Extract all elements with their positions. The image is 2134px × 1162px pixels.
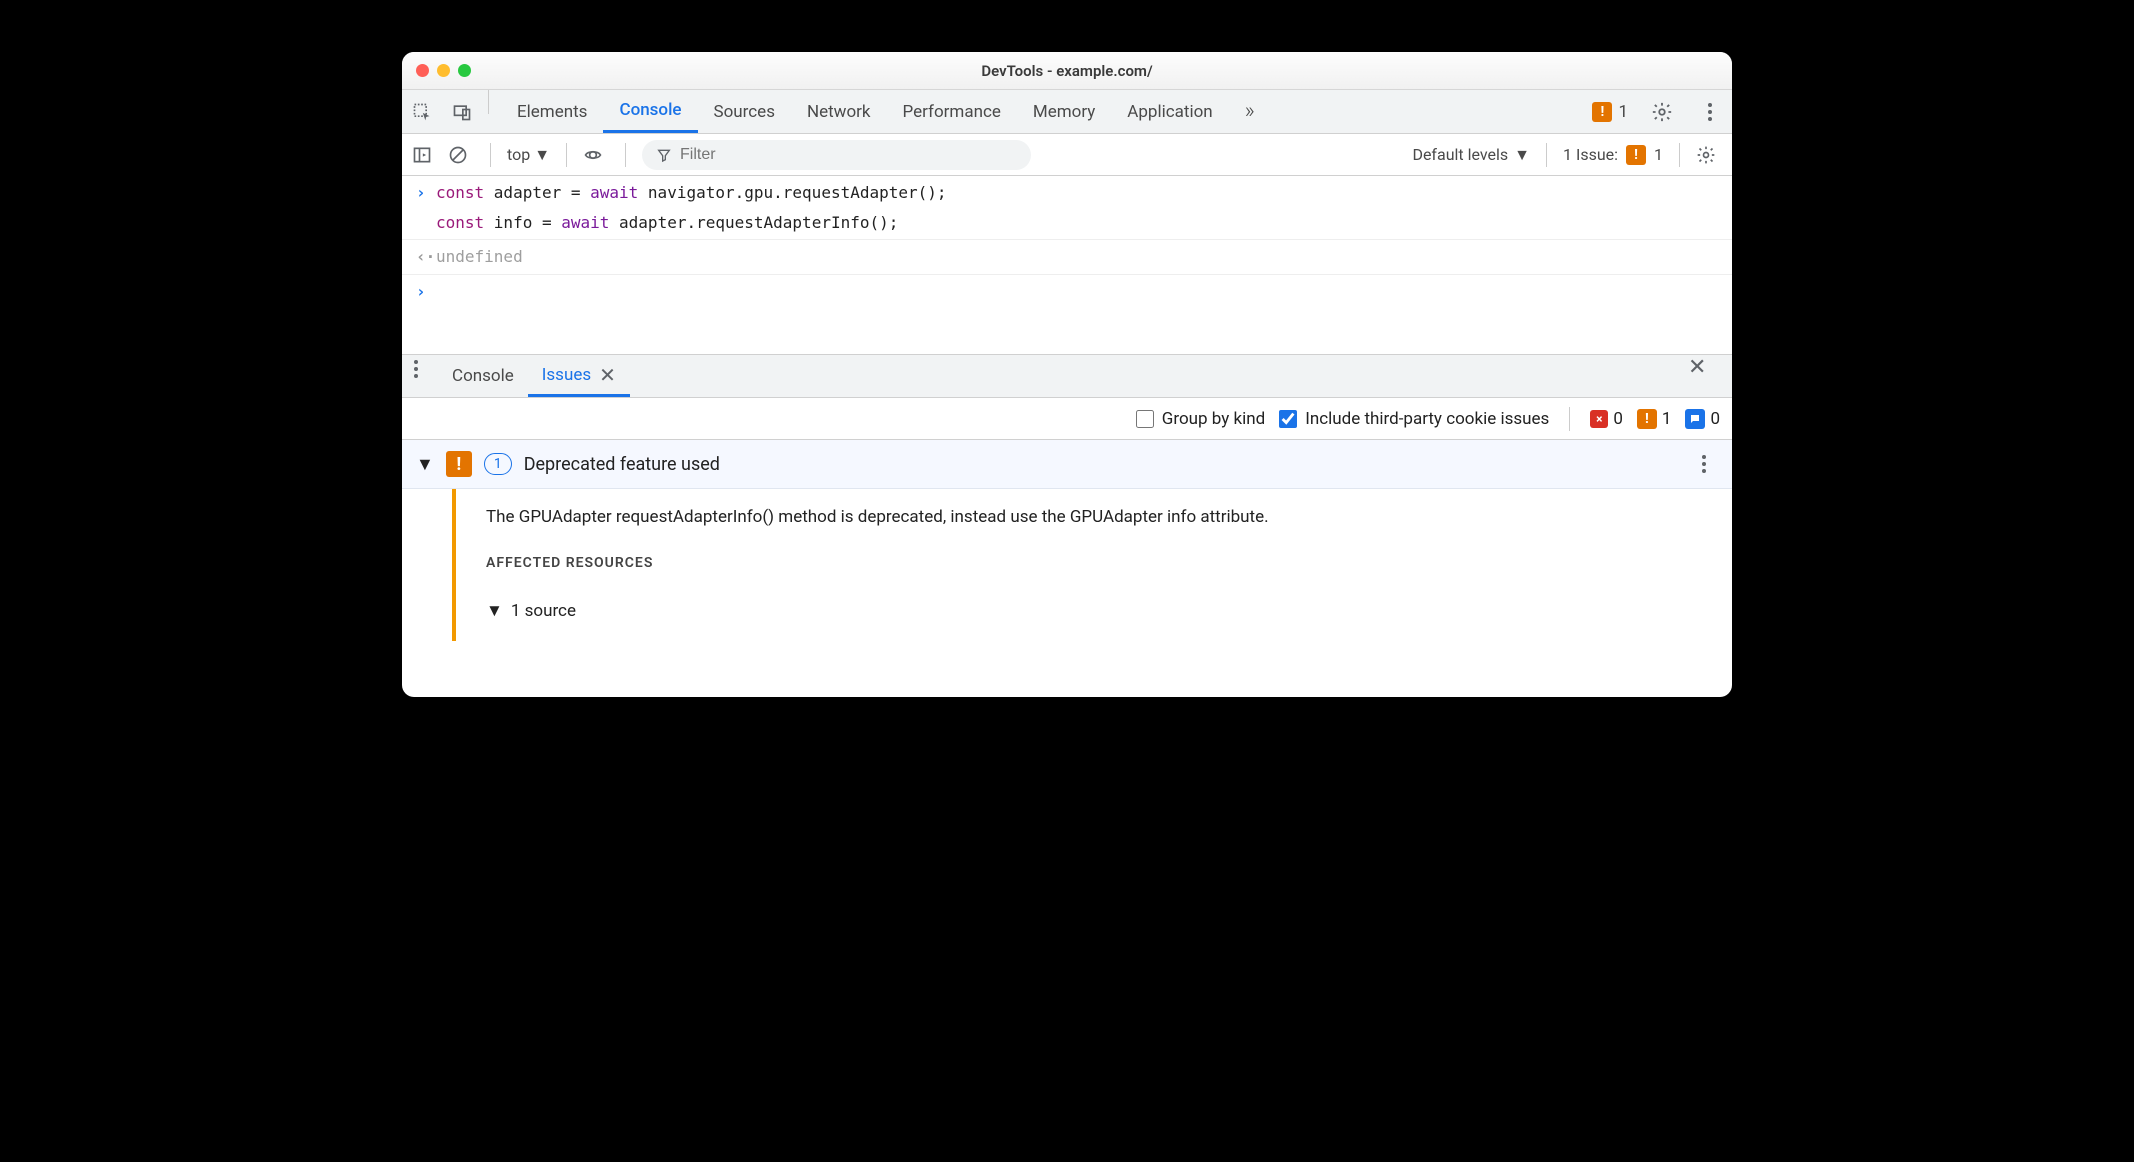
error-icon: × — [1590, 410, 1608, 428]
context-label: top — [507, 145, 530, 164]
info-count-value: 0 — [1710, 409, 1720, 429]
drawer-tab-console[interactable]: Console — [438, 355, 528, 397]
prompt-marker-icon: › — [416, 279, 436, 305]
drawer-tab-issues-label: Issues — [542, 365, 591, 385]
filter-icon — [656, 147, 672, 163]
code-line-1: const adapter = await navigator.gpu.requ… — [436, 180, 947, 206]
tab-console[interactable]: Console — [603, 90, 697, 133]
toggle-sidebar-button[interactable] — [412, 145, 438, 165]
input-marker-icon: › — [416, 180, 436, 206]
issues-toolbar: Group by kind Include third-party cookie… — [402, 398, 1732, 440]
console-output-row: ‹· undefined — [402, 240, 1732, 275]
more-menu-button[interactable] — [1696, 98, 1724, 126]
issues-counter[interactable]: 1 Issue: ! 1 — [1563, 145, 1663, 165]
warning-icon: ! — [1592, 102, 1612, 122]
issue-content: The GPUAdapter requestAdapterInfo() meth… — [456, 489, 1732, 641]
issue-row-header[interactable]: ▼ ! 1 Deprecated feature used — [402, 440, 1732, 489]
device-toolbar-button[interactable] — [442, 90, 482, 133]
chevron-down-icon: ▼ — [534, 145, 550, 165]
maximize-window-button[interactable] — [458, 64, 471, 77]
separator — [1546, 143, 1547, 167]
tab-performance[interactable]: Performance — [887, 90, 1017, 133]
warning-count: 1 — [1618, 102, 1628, 122]
group-by-kind-label: Group by kind — [1162, 409, 1265, 429]
console-content[interactable]: › const adapter = await navigator.gpu.re… — [402, 176, 1732, 354]
tab-elements[interactable]: Elements — [501, 90, 603, 133]
issue-message: The GPUAdapter requestAdapterInfo() meth… — [486, 507, 1712, 527]
separator — [566, 143, 567, 167]
warning-icon: ! — [1626, 145, 1646, 165]
filter-box[interactable] — [642, 140, 1031, 170]
warning-count-value: 1 — [1662, 409, 1672, 429]
console-input-row: const info = await adapter.requestAdapte… — [402, 206, 1732, 241]
tabs-overflow[interactable]: » — [1229, 90, 1271, 133]
issues-count: 1 — [1654, 145, 1663, 164]
issues-label: 1 Issue: — [1563, 145, 1618, 164]
separator — [625, 143, 626, 167]
settings-button[interactable] — [1642, 101, 1682, 123]
context-selector[interactable]: top ▼ — [507, 145, 550, 165]
warning-count[interactable]: ! 1 — [1637, 409, 1672, 429]
window-title: DevTools - example.com/ — [402, 62, 1732, 80]
drawer-tab-issues[interactable]: Issues ✕ — [528, 355, 630, 397]
include-3p-label: Include third-party cookie issues — [1305, 409, 1549, 429]
log-levels-selector[interactable]: Default levels ▼ — [1412, 145, 1530, 165]
minimize-window-button[interactable] — [437, 64, 450, 77]
separator — [490, 143, 491, 167]
error-count-value: 0 — [1613, 409, 1623, 429]
issue-menu-button[interactable] — [1690, 450, 1718, 478]
console-settings-button[interactable] — [1696, 145, 1722, 165]
expand-icon: ▼ — [416, 454, 434, 475]
console-input-row: › const adapter = await navigator.gpu.re… — [402, 176, 1732, 206]
tabbar-right: ! 1 — [1592, 90, 1732, 133]
close-drawer-button[interactable]: ✕ — [1688, 355, 1732, 397]
drawer-tabs: Console Issues ✕ — [438, 355, 1688, 397]
separator — [1679, 143, 1680, 167]
levels-label: Default levels — [1412, 145, 1508, 164]
info-count[interactable]: 0 — [1685, 409, 1720, 429]
window-controls — [416, 64, 471, 77]
warning-icon: ! — [1637, 409, 1657, 429]
devtools-window: DevTools - example.com/ Elements Console… — [402, 52, 1732, 697]
issue-body: The GPUAdapter requestAdapterInfo() meth… — [402, 489, 1732, 641]
warning-icon: ! — [446, 451, 472, 477]
error-count[interactable]: × 0 — [1590, 409, 1623, 429]
tab-sources[interactable]: Sources — [698, 90, 791, 133]
drawer-menu-button[interactable] — [402, 355, 438, 397]
drawer-tabbar: Console Issues ✕ ✕ — [402, 354, 1732, 398]
info-icon — [1685, 409, 1705, 429]
live-expression-button[interactable] — [583, 145, 609, 165]
main-tabbar: Elements Console Sources Network Perform… — [402, 90, 1732, 134]
output-marker-icon: ‹· — [416, 244, 436, 270]
console-prompt-row[interactable]: › — [402, 275, 1732, 355]
group-by-kind-checkbox[interactable] — [1136, 410, 1154, 428]
inspect-element-button[interactable] — [402, 90, 442, 133]
tab-memory[interactable]: Memory — [1017, 90, 1111, 133]
separator — [1569, 407, 1570, 431]
console-toolbar: top ▼ Default levels ▼ 1 Issue: ! 1 — [402, 134, 1732, 176]
panel-tabs: Elements Console Sources Network Perform… — [501, 90, 1592, 133]
expand-icon: ▼ — [486, 601, 503, 621]
separator — [488, 90, 489, 114]
close-tab-icon[interactable]: ✕ — [599, 363, 616, 387]
filter-input[interactable] — [680, 146, 1017, 164]
tab-network[interactable]: Network — [791, 90, 887, 133]
group-by-kind-toggle[interactable]: Group by kind — [1136, 409, 1265, 429]
code-line-2: const info = await adapter.requestAdapte… — [436, 210, 898, 236]
warnings-indicator[interactable]: ! 1 — [1592, 102, 1628, 122]
affected-resources-heading: AFFECTED RESOURCES — [486, 555, 1712, 571]
include-3p-checkbox[interactable] — [1279, 410, 1297, 428]
include-3p-toggle[interactable]: Include third-party cookie issues — [1279, 409, 1549, 429]
issue-title: Deprecated feature used — [524, 454, 720, 475]
output-value: undefined — [436, 244, 523, 270]
issue-count-pill: 1 — [484, 453, 512, 475]
chevron-down-icon: ▼ — [1514, 145, 1530, 165]
tab-application[interactable]: Application — [1111, 90, 1228, 133]
sources-label: 1 source — [511, 601, 576, 621]
clear-console-button[interactable] — [448, 145, 474, 165]
titlebar: DevTools - example.com/ — [402, 52, 1732, 90]
input-marker-icon — [416, 210, 436, 236]
close-window-button[interactable] — [416, 64, 429, 77]
source-row[interactable]: ▼ 1 source — [486, 601, 1712, 621]
